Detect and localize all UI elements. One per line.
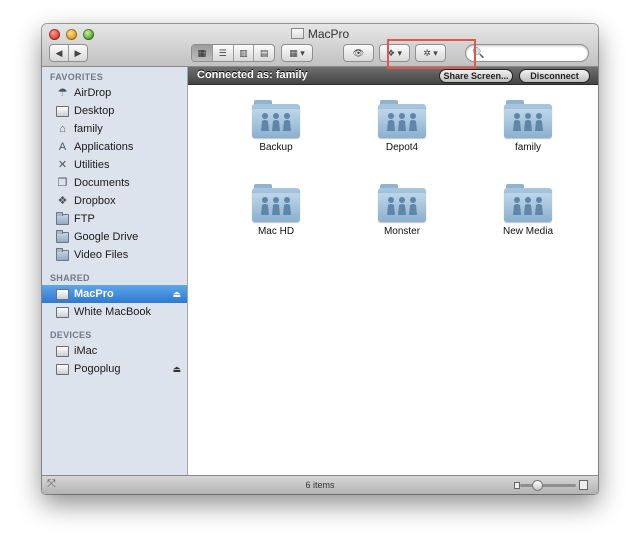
shared-folder-icon [252,184,300,222]
sidebar-item-imac[interactable]: iMac [42,342,187,360]
shared-folder-label: Backup [259,142,293,153]
sidebar-item-google-drive[interactable]: Google Drive [42,228,187,246]
sidebar-item-label: family [74,123,103,135]
shared-folder-icon [252,100,300,138]
shared-folder-icon [378,184,426,222]
sidebar-section-heading: DEVICES [50,330,92,340]
sidebar-item-label: Dropbox [74,195,116,207]
sidebar-item-label: Pogoplug [74,363,121,375]
sidebar-item-applications[interactable]: A Applications [42,138,187,156]
sidebar: FAVORITES ☂ AirDrop Desktop ⌂ family A Applicat… [42,67,188,476]
icon-size-slider[interactable] [514,480,588,491]
sidebar-item-label: Documents [74,177,130,189]
sidebar-item-pogoplug[interactable]: Pogoplug ⏏ [42,360,187,378]
search-field[interactable]: 🔍 [465,44,591,62]
disconnect-button[interactable]: Disconnect [519,69,590,83]
large-icon-size-icon [579,480,588,490]
desktop-icon [56,105,69,118]
shared-folder[interactable]: Depot4 [352,100,452,153]
back-forward-control: ◀ ▶ [49,44,88,62]
home-icon: ⌂ [59,123,66,135]
shared-folder-label: family [514,142,542,153]
eject-icon[interactable]: ⏏ [172,285,181,303]
sidebar-item-airdrop[interactable]: ☂ AirDrop [42,84,187,102]
window-chrome: MacPro ◀ ▶ ▦ ☰ ▥ ▤ ▦ ▾ 👁 ❖ ▾ ✲ ▾ 🔍 [42,24,598,67]
sidebar-item-family[interactable]: ⌂ family [42,120,187,138]
sidebar-item-label: Video Files [74,249,129,261]
shared-folder[interactable]: Backup [226,100,326,153]
imac-icon [56,345,69,358]
sidebar-section-heading: FAVORITES [50,72,104,82]
sidebar-item-macpro[interactable]: MacPro ⏏ [42,285,187,303]
content-area: Connected as: family Share Screen... Dis… [188,67,598,476]
shared-folder[interactable]: New Media [478,184,578,237]
connection-bar: Connected as: family Share Screen... Dis… [188,67,598,85]
sidebar-item-video-files[interactable]: Video Files [42,246,187,264]
shared-folder-label: Depot4 [385,142,419,153]
shared-folder-icon [378,100,426,138]
shared-folder-icon [504,184,552,222]
arrange-control: ▦ ▾ [281,44,313,62]
sidebar-item-dropbox[interactable]: ❖ Dropbox [42,192,187,210]
column-view-button[interactable]: ▥ [234,45,255,61]
laptop-icon [56,306,69,319]
shared-folder[interactable]: family [478,100,578,153]
view-mode-control: ▦ ☰ ▥ ▤ [191,44,275,62]
sidebar-item-utilities[interactable]: ✕ Utilities [42,156,187,174]
sidebar-item-documents[interactable]: ❐ Documents [42,174,187,192]
folder-icon [56,211,69,226]
eject-icon[interactable]: ⏏ [172,360,181,378]
sidebar-item-desktop[interactable]: Desktop [42,102,187,120]
forward-button[interactable]: ▶ [69,45,87,61]
quicklook-button[interactable]: 👁 [344,45,373,61]
sidebar-item-label: Applications [74,141,134,153]
shared-folder-label: Mac HD [257,226,295,237]
quicklook-control: 👁 [343,44,374,62]
dropbox-icon: ❖ [57,195,68,207]
sidebar-item-ftp[interactable]: FTP [42,210,187,228]
sidebar-item-label: Google Drive [74,231,139,243]
applications-icon: A [58,141,67,153]
sidebar-item-label: MacPro [74,288,114,300]
sidebar-item-label: White MacBook [74,306,152,318]
small-icon-size-icon [514,482,520,489]
sidebar-item-label: iMac [74,345,98,357]
window-title: MacPro [42,27,598,41]
airdrop-icon: ☂ [57,87,68,99]
shared-folder[interactable]: Mac HD [226,184,326,237]
shared-folder-label: Monster [383,226,421,237]
share-screen-button[interactable]: Share Screen... [439,69,513,83]
sidebar-item-white-macbook[interactable]: White MacBook [42,303,187,321]
annotation-highlight [387,39,476,69]
drive-icon [56,363,69,376]
sidebar-item-label: AirDrop [74,87,112,99]
utilities-icon: ✕ [57,159,68,171]
slider-knob[interactable] [531,480,543,491]
back-button[interactable]: ◀ [50,45,69,61]
server-icon [290,28,304,39]
folder-icon [56,247,69,262]
server-icon [56,288,69,301]
icon-view-button[interactable]: ▦ [192,45,213,61]
sidebar-item-label: Desktop [74,105,115,117]
search-input[interactable] [484,47,591,59]
status-bar: ⤧ 6 items [42,475,598,494]
list-view-button[interactable]: ☰ [213,45,234,61]
window-title-text: MacPro [307,27,350,41]
connection-label: Connected as: family [197,69,308,81]
toolbar: ◀ ▶ ▦ ☰ ▥ ▤ ▦ ▾ 👁 ❖ ▾ ✲ ▾ 🔍 [42,44,598,62]
sidebar-item-label: FTP [74,213,95,225]
sidebar-item-label: Utilities [74,159,110,171]
finder-window: MacPro ◀ ▶ ▦ ☰ ▥ ▤ ▦ ▾ 👁 ❖ ▾ ✲ ▾ 🔍 FAVOR… [42,24,598,494]
arrange-button[interactable]: ▦ ▾ [282,45,312,61]
sidebar-section-heading: SHARED [50,273,90,283]
shared-folder[interactable]: Monster [352,184,452,237]
folder-icon [56,229,69,244]
documents-icon: ❐ [57,177,68,189]
coverflow-view-button[interactable]: ▤ [254,45,274,61]
shared-folder-icon [504,100,552,138]
shared-folder-label: New Media [502,226,554,237]
